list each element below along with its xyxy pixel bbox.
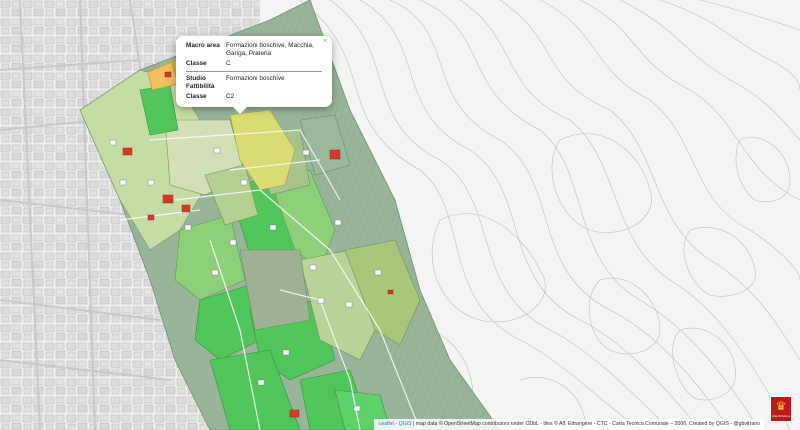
map-canvas[interactable] [0,0,800,430]
popup-key: Classe [186,60,207,67]
popup-divider [186,71,322,72]
feature-popup: × Macro area Formazioni boschive, Macchi… [176,36,332,114]
map-viewport[interactable]: × Macro area Formazioni boschive, Macchi… [0,0,800,430]
qgis-link[interactable]: QGIS [399,421,412,427]
close-icon[interactable]: × [323,38,327,45]
city-logo[interactable]: ♛ Città di Palermo [770,396,792,422]
leaflet-link[interactable]: Leaflet [378,421,394,427]
popup-row: Macro area Formazioni boschive, Macchia,… [186,42,322,58]
popup-key: Classe [186,93,207,100]
popup-row: Classe C2 [186,93,322,101]
logo-text: Città di Palermo [771,415,791,418]
popup-key: Macro area [186,42,220,49]
popup-value: C2 [226,93,235,100]
popup-value: C [226,60,231,67]
popup-row: Classe C [186,60,322,68]
popup-key: Studio Fattibilità [186,75,215,90]
popup-value: Formazioni boschive, Macchia, Gariga, Pr… [226,42,314,57]
crest-icon: ♛ [775,399,787,413]
popup-row: Studio Fattibilità Formazioni boschive [186,75,322,91]
attribution-text: | map data © OpenStreetMap contributors … [413,421,760,427]
popup-value: Formazioni boschive [226,75,285,82]
popup-tip [233,107,247,114]
map-attribution: Leaflet - QGIS | map data © OpenStreetMa… [374,419,764,430]
